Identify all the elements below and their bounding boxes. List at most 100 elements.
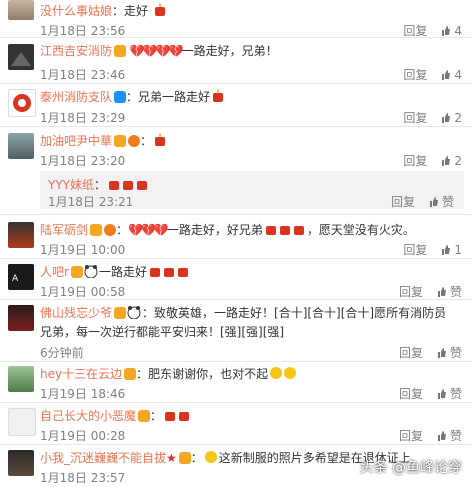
like-button[interactable]: 2	[441, 154, 462, 168]
user-name[interactable]: 小我_沉迷巍巍不能自拔	[40, 451, 166, 465]
comment-time: 6分钟前	[40, 346, 84, 360]
user-name[interactable]: 江西吉安消防	[40, 44, 112, 58]
like-button[interactable]: 赞	[437, 429, 462, 443]
reply-button[interactable]: 回复	[399, 346, 423, 360]
comment-body: 佛山残忘少爷 ：致敬英雄，一路走好！[合十][合十][合十]愿所有消防员	[40, 305, 464, 323]
avatar[interactable]	[8, 222, 34, 248]
fire-badge-icon	[128, 135, 141, 147]
avatar[interactable]	[8, 305, 34, 331]
user-name[interactable]: 加油吧尹中華	[40, 134, 112, 148]
user-name[interactable]: YYY妹纸	[48, 178, 94, 192]
comment-body: 泰州消防支队 ：兄弟一路走好	[40, 89, 464, 107]
thumbs-up-icon	[442, 26, 451, 36]
verified-badge-icon	[114, 91, 127, 103]
avatar[interactable]	[8, 89, 36, 117]
level-badge-icon	[114, 135, 127, 147]
reply-button[interactable]: 回复	[403, 68, 427, 82]
sad-emoji-icon	[269, 366, 299, 384]
candle-emoji-icon	[153, 133, 167, 151]
quote-body: YYY妹纸：	[48, 176, 150, 194]
watermark: 头条 @鱼峰论穿	[359, 460, 462, 476]
user-name[interactable]: 没什么事姑娘	[40, 4, 112, 18]
reply-button[interactable]: 回复	[399, 429, 423, 443]
comment-time: 1月18日 23:46	[40, 68, 126, 82]
avatar[interactable]	[8, 450, 34, 476]
comment-body: 陆军砺剑 ：💔💔💔一路走好，好兄弟 ，愿天堂没有火灾。	[40, 222, 464, 240]
like-button[interactable]: 赞	[429, 195, 454, 209]
sad-emoji-icon	[204, 450, 218, 468]
like-button[interactable]: 赞	[437, 346, 462, 360]
quote-time: 1月18日 23:21	[48, 195, 134, 209]
divider	[0, 214, 472, 215]
divider	[0, 37, 472, 38]
avatar[interactable]	[8, 133, 34, 159]
divider	[0, 126, 472, 127]
divider	[0, 83, 472, 84]
divider	[0, 361, 472, 362]
comment-actions: 回复赞	[399, 385, 462, 402]
comment-actions: 回复赞	[399, 344, 462, 361]
reply-button[interactable]: 回复	[403, 24, 427, 38]
avatar[interactable]	[8, 0, 34, 20]
avatar[interactable]	[8, 366, 34, 392]
comment-time: 1月18日 23:57	[40, 471, 126, 485]
candle-emoji-icon	[264, 222, 306, 240]
reply-button[interactable]: 回复	[403, 243, 427, 257]
avatar[interactable]	[8, 408, 36, 436]
like-button[interactable]: 2	[441, 111, 462, 125]
comment-time: 1月18日 23:20	[40, 154, 126, 168]
user-name[interactable]: 泰州消防支队	[40, 90, 112, 104]
avatar[interactable]: A	[8, 264, 34, 290]
thumbs-up-icon	[442, 70, 451, 80]
comment-time: 1月18日 23:29	[40, 111, 126, 125]
comment-actions: 回复 2	[403, 152, 462, 169]
divider	[0, 258, 472, 259]
reply-button[interactable]: 回复	[403, 154, 427, 168]
comment-body: 加油吧尹中華 ：	[40, 133, 464, 151]
comment-actions: 回复赞	[399, 283, 462, 300]
panda-emoji-icon	[127, 305, 141, 323]
comment-actions: 回复赞	[399, 427, 462, 444]
level-badge-icon	[114, 307, 127, 319]
comment-time: 1月19日 00:28	[40, 429, 126, 443]
like-button[interactable]: 赞	[437, 387, 462, 401]
reply-button[interactable]: 回复	[399, 285, 423, 299]
candle-emoji-icon	[148, 264, 190, 282]
like-button[interactable]: 4	[441, 24, 462, 38]
comment-time: 1月19日 00:58	[40, 285, 126, 299]
candle-emoji-icon	[211, 89, 225, 107]
comment-body: 自己长大的小恶魔：	[40, 408, 464, 426]
user-name[interactable]: 佛山残忘少爷	[40, 306, 112, 320]
reply-button[interactable]: 回复	[391, 195, 415, 209]
divider	[0, 299, 472, 300]
reply-quote: YYY妹纸： 1月18日 23:21 回复赞	[40, 171, 464, 209]
comment-time: 1月19日 18:46	[40, 387, 126, 401]
user-name[interactable]: hey十三在云边	[40, 367, 122, 381]
candle-emoji-icon	[153, 3, 167, 21]
level-badge-icon	[178, 452, 191, 464]
comment-item: 没什么事姑娘：走好	[0, 0, 472, 22]
comment-text-continued: 兄弟，每一次逆行都能平安归来！[强][强][强]	[40, 325, 285, 339]
panda-emoji-icon	[84, 264, 98, 282]
level-badge-icon	[124, 368, 137, 380]
comment-body: 没什么事姑娘：走好	[40, 3, 464, 21]
divider	[0, 402, 472, 403]
level-badge-icon	[138, 410, 151, 422]
broken-heart-icon: 💔💔💔	[128, 223, 169, 237]
comment-body: 人吧r 一路走好	[40, 264, 464, 282]
like-button[interactable]: 4	[441, 68, 462, 82]
user-name[interactable]: 陆军砺剑	[40, 223, 88, 237]
like-button[interactable]: 1	[441, 243, 462, 257]
svg-text:A: A	[12, 274, 19, 284]
level-badge-icon	[90, 224, 103, 236]
user-name[interactable]: 人吧r	[40, 265, 69, 279]
comment-actions: 回复 2	[403, 109, 462, 126]
user-name[interactable]: 自己长大的小恶魔	[40, 409, 136, 423]
comment-text: ：	[140, 134, 153, 148]
comment-list: 没什么事姑娘：走好 1月18日 23:56 回复 4 江西吉安消防 💔💔💔💔一路走…	[0, 0, 472, 487]
reply-button[interactable]: 回复	[399, 387, 423, 401]
verified-badge-icon	[114, 45, 127, 57]
avatar[interactable]	[8, 44, 34, 70]
like-button[interactable]: 赞	[437, 285, 462, 299]
reply-button[interactable]: 回复	[403, 111, 427, 125]
